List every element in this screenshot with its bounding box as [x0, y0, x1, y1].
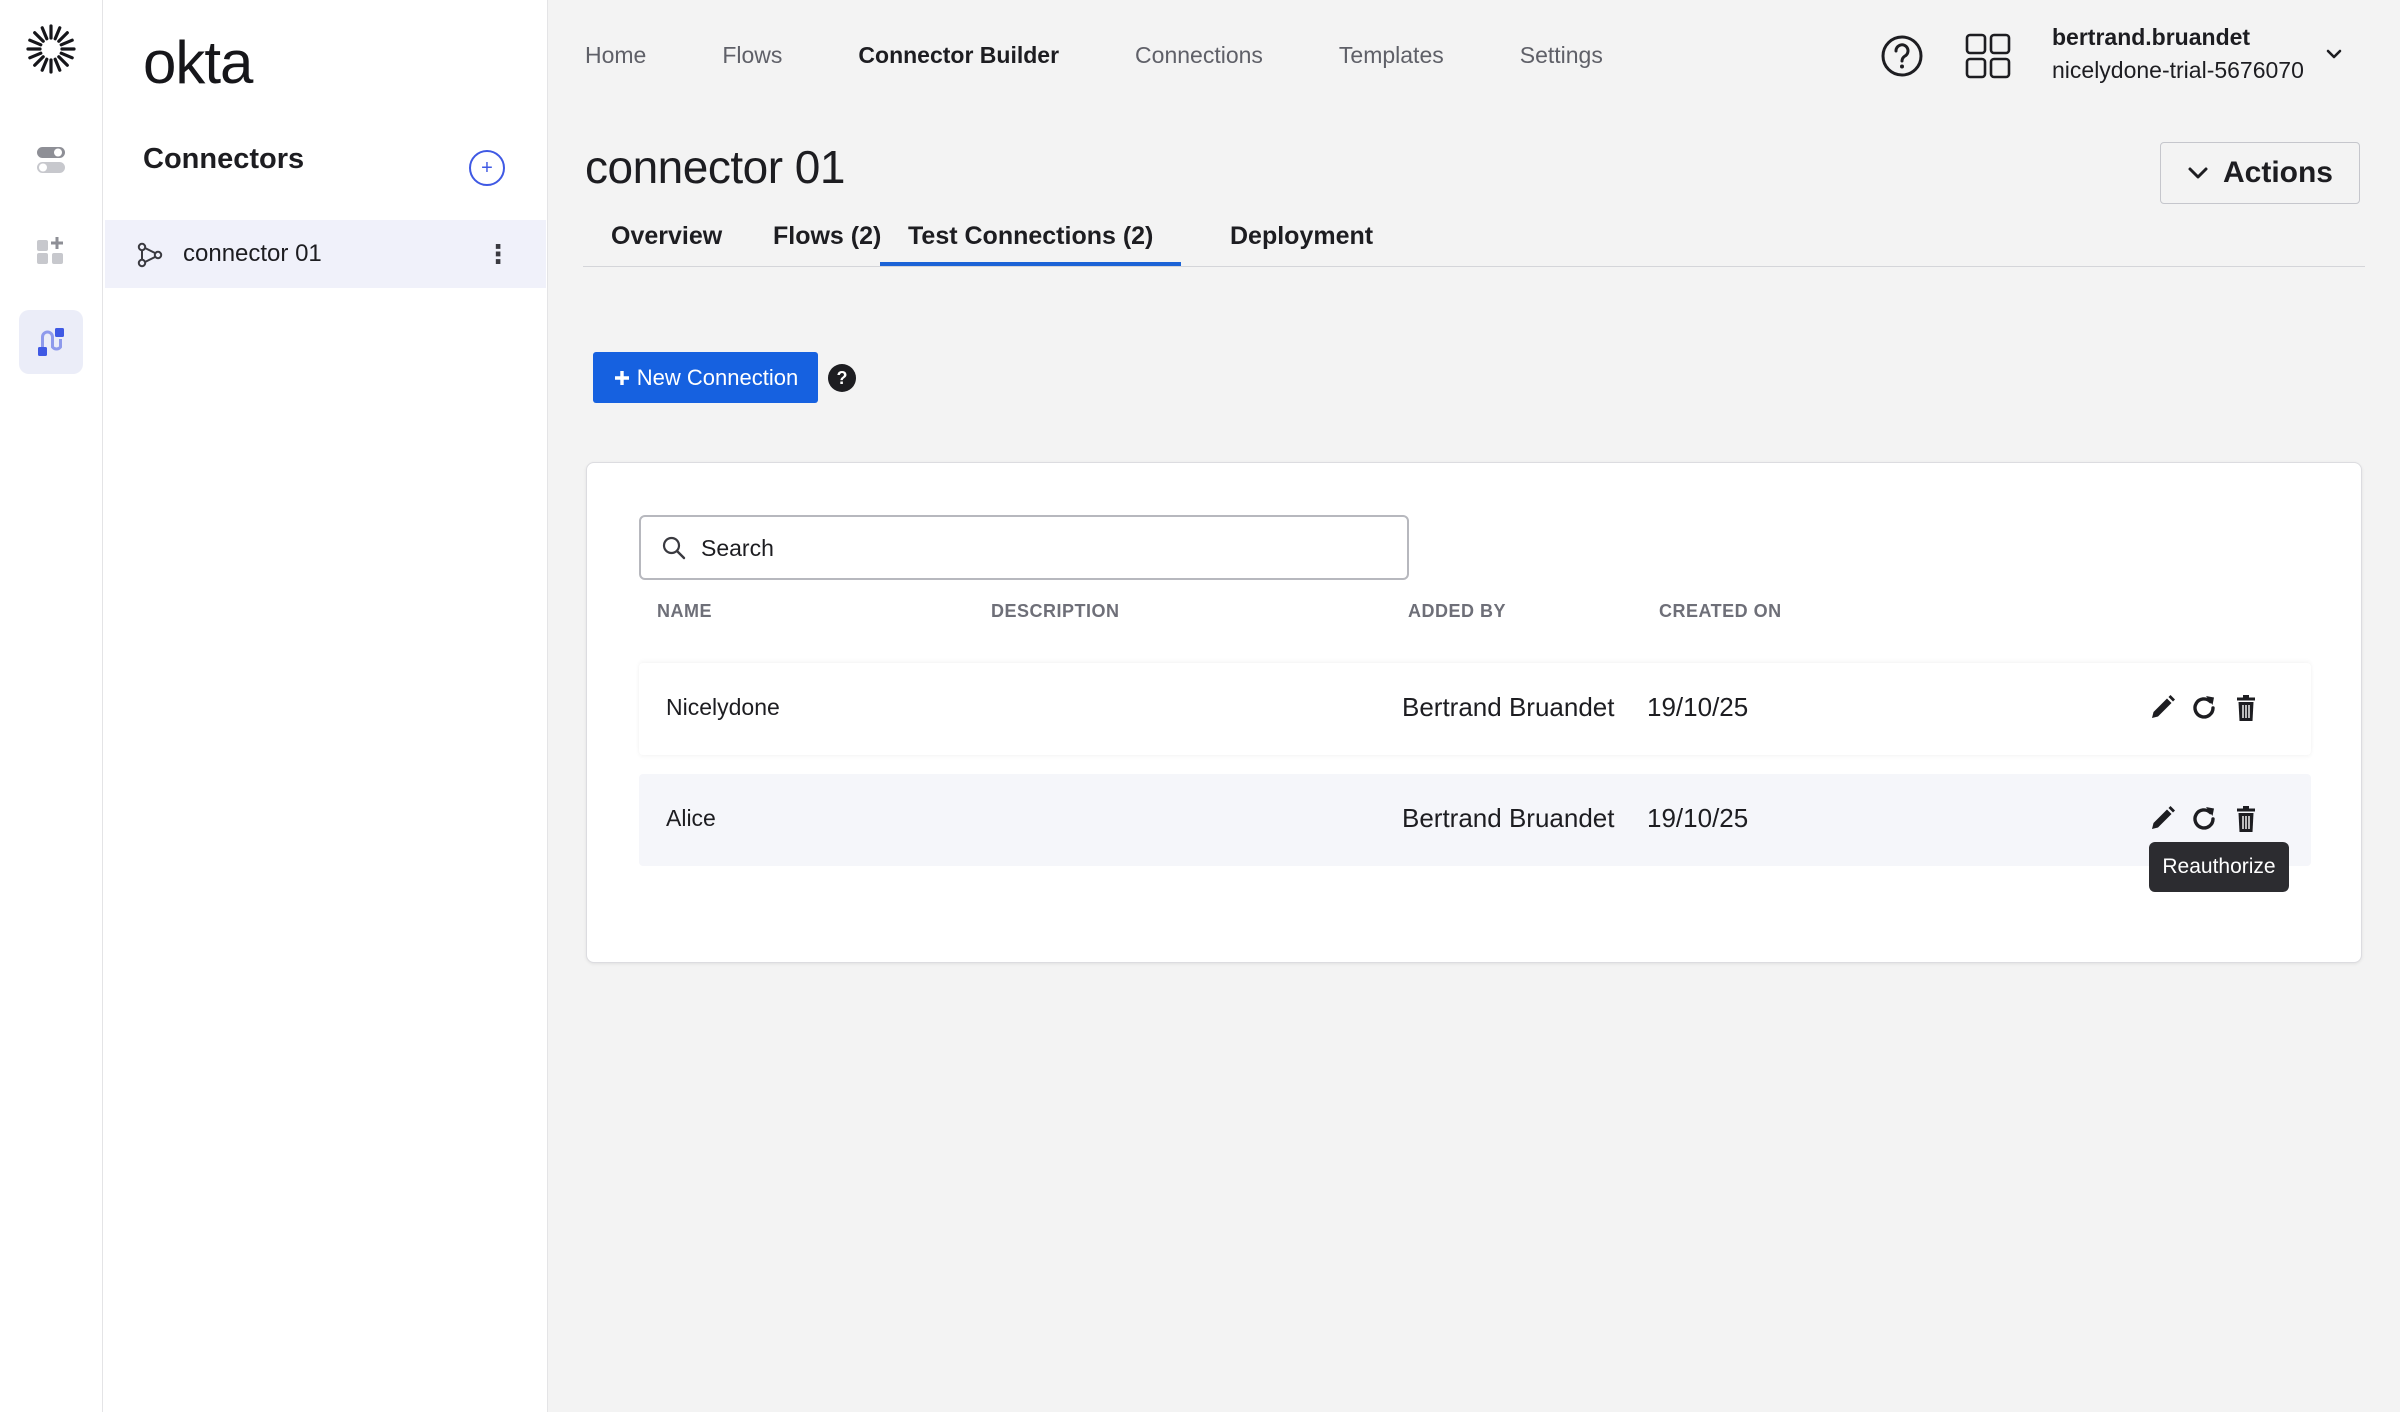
sidebar-item-connector-01[interactable]: connector 01 ⋮ — [105, 220, 546, 288]
trash-icon[interactable] — [2231, 804, 2261, 834]
actions-button[interactable]: Actions — [2160, 142, 2360, 204]
reauthorize-tooltip: Reauthorize — [2149, 842, 2289, 892]
top-navigation: Home Flows Connector Builder Connections… — [585, 40, 1679, 76]
search-box[interactable] — [639, 515, 1409, 580]
add-apps-icon — [37, 237, 63, 264]
reauthorize-refresh-icon[interactable] — [2189, 693, 2219, 723]
plus-icon: + — [481, 157, 493, 179]
row-added-by: Bertrand Bruandet — [1402, 692, 1615, 722]
nav-home[interactable]: Home — [585, 40, 646, 76]
page-title: connector 01 — [585, 141, 845, 193]
row-actions — [2147, 693, 2297, 725]
trash-icon[interactable] — [2231, 693, 2261, 723]
help-icon[interactable]: ? — [828, 364, 856, 392]
nav-connections[interactable]: Connections — [1135, 40, 1263, 76]
column-header-added-by: ADDED BY — [1408, 601, 1507, 621]
new-connection-label: New Connection — [636, 364, 799, 390]
rail-toggle-button[interactable] — [19, 128, 83, 192]
edit-pencil-icon[interactable] — [2147, 804, 2177, 834]
tab-bar: Overview Flows (2) Test Connections (2) … — [583, 210, 2365, 267]
more-options-icon[interactable]: ⋮ — [485, 236, 511, 272]
sidebar-title: Connectors — [143, 143, 305, 175]
chevron-down-icon — [2188, 167, 2208, 179]
okta-logo: okta — [143, 29, 253, 96]
user-org[interactable]: nicelydone-trial-5676070 — [2052, 57, 2304, 84]
tab-deployment[interactable]: Deployment — [1230, 222, 1373, 266]
new-connection-button[interactable]: New Connection — [593, 352, 818, 403]
actions-label: Actions — [2222, 156, 2333, 189]
add-connector-button[interactable]: + — [469, 150, 505, 186]
connector-icon — [137, 242, 163, 268]
nav-flows[interactable]: Flows — [722, 40, 782, 76]
nav-connector-builder[interactable]: Connector Builder — [858, 40, 1059, 76]
nav-templates[interactable]: Templates — [1339, 40, 1444, 76]
row-name: Nicelydone — [666, 694, 780, 720]
sidebar-item-label: connector 01 — [183, 240, 322, 267]
icon-rail — [0, 0, 103, 1412]
nav-settings[interactable]: Settings — [1520, 40, 1603, 76]
column-header-created-on: CREATED ON — [1659, 601, 1782, 621]
reauthorize-refresh-icon[interactable] — [2189, 804, 2219, 834]
help-circle-icon[interactable] — [1880, 34, 1924, 78]
row-created-on: 19/10/25 — [1647, 692, 1749, 722]
rail-connector-builder-button[interactable] — [19, 310, 83, 374]
column-header-name: NAME — [657, 601, 712, 621]
chevron-down-icon[interactable] — [2325, 48, 2343, 60]
column-header-description: DESCRIPTION — [991, 601, 1120, 621]
tab-test-connections[interactable]: Test Connections (2) — [880, 222, 1182, 266]
search-icon — [662, 536, 686, 560]
user-name[interactable]: bertrand.bruandet — [2052, 24, 2250, 51]
rail-add-apps-button[interactable] — [19, 218, 83, 282]
app-switcher-grid-icon[interactable] — [1965, 33, 2011, 79]
test-connections-card: NAME DESCRIPTION ADDED BY CREATED ON Nic… — [586, 462, 2362, 963]
table-row[interactable]: Alice Bertrand Bruandet 19/10/25 — [639, 774, 2311, 866]
connectors-sidebar: okta Connectors + connector 01 ⋮ — [103, 0, 548, 1412]
row-added-by: Bertrand Bruandet — [1402, 803, 1615, 833]
row-actions — [2147, 804, 2297, 836]
table-row[interactable]: Nicelydone Bertrand Bruandet 19/10/25 — [639, 663, 2311, 755]
toggle-icon — [37, 147, 65, 173]
row-created-on: 19/10/25 — [1647, 803, 1749, 833]
connector-builder-icon — [38, 328, 64, 356]
okta-sunburst-icon[interactable] — [24, 22, 78, 76]
plus-icon — [614, 370, 629, 385]
search-input[interactable] — [699, 525, 1393, 572]
edit-pencil-icon[interactable] — [2147, 693, 2177, 723]
row-name: Alice — [666, 805, 716, 831]
tab-flows[interactable]: Flows (2) — [773, 222, 881, 266]
tab-overview[interactable]: Overview — [611, 222, 722, 266]
